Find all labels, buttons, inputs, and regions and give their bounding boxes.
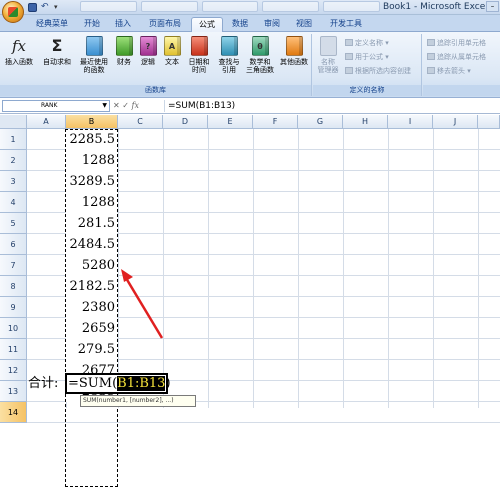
grid-line	[27, 422, 500, 423]
arrow-shaft	[124, 277, 164, 339]
arrow-head	[121, 269, 133, 282]
annotation-arrow	[121, 269, 164, 339]
office-logo-icon	[8, 7, 18, 17]
office-button[interactable]	[2, 1, 24, 23]
